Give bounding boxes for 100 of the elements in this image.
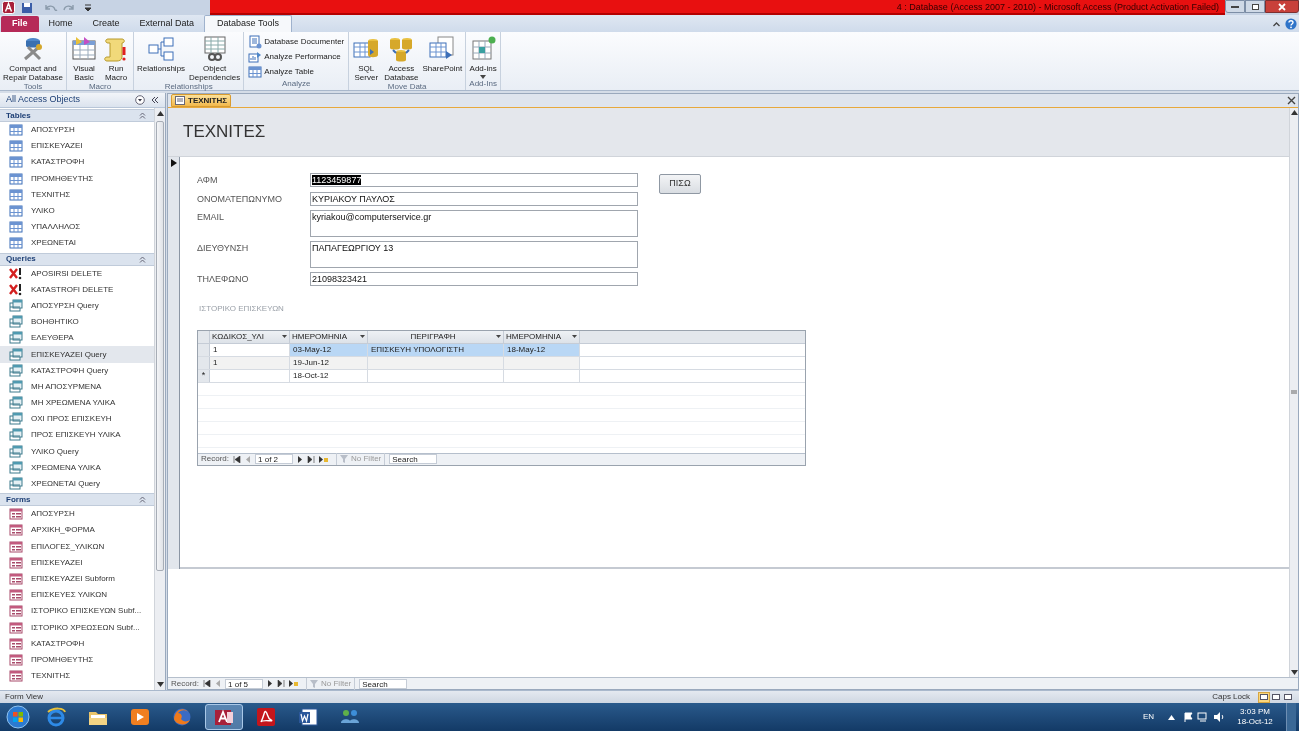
column-header[interactable]: ΗΜΕΡΟΜΗΝΙΑ bbox=[290, 330, 368, 343]
text-field[interactable]: 1123459877 bbox=[310, 173, 638, 187]
navigation-item[interactable]: ΥΠΑΛΛΗΛΟΣ bbox=[0, 219, 154, 236]
document-tab[interactable]: ΤΕΧΝΙΤΗΣ bbox=[171, 94, 232, 107]
navigation-item[interactable]: ΕΠΙΣΚΕΥΑΖΕΙ Query bbox=[0, 346, 154, 363]
restore-button[interactable] bbox=[1245, 0, 1265, 13]
navigation-item[interactable]: ΠΡΟΜΗΘΕΥΤΗΣ bbox=[0, 651, 154, 668]
record-position-field[interactable]: 1 of 5 bbox=[225, 678, 263, 689]
navigation-item[interactable]: ΕΠΙΛΟΓΕΣ_ΥΛΙΚΩΝ bbox=[0, 538, 154, 555]
navigation-item[interactable]: ΕΠΙΣΚΕΥΕΣ ΥΛΙΚΩΝ bbox=[0, 587, 154, 604]
navigation-item[interactable]: ΑΡΧΙΚΗ_ΦΟΡΜΑ bbox=[0, 522, 154, 539]
navigation-item[interactable]: ΤΕΧΝΙΤΗΣ bbox=[0, 668, 154, 685]
column-header[interactable]: ΗΜΕΡΟΜΗΝΙΑ bbox=[504, 330, 580, 343]
navigation-item[interactable]: ΤΕΧΝΙΤΗΣ bbox=[0, 186, 154, 203]
ribbon-button[interactable]: Relationships bbox=[136, 35, 187, 73]
navigation-item[interactable]: KATASTROFI DELETE bbox=[0, 281, 154, 298]
navigation-item[interactable]: ΙΣΤΟΡΙΚΟ ΧΡΕΩΣΕΩΝ Subf... bbox=[0, 619, 154, 636]
navigation-item[interactable]: ΑΠΟΣΥΡΣΗ bbox=[0, 506, 154, 523]
navigation-item[interactable]: ΜΗ ΑΠΟΣΥΡΜΕΝΑ bbox=[0, 378, 154, 395]
language-indicator[interactable]: EN bbox=[1142, 711, 1154, 723]
navigation-item[interactable]: ΠΡΟΜΗΘΕΥΤΗΣ bbox=[0, 170, 154, 187]
field-label: ΤΗΛΕΦΩΝΟ bbox=[197, 273, 250, 286]
collapse-icon bbox=[139, 112, 146, 119]
ribbon-button[interactable]: Analyze Performance bbox=[248, 50, 345, 64]
navigation-item[interactable]: ΕΛΕΥΘΕΡΑ bbox=[0, 330, 154, 347]
navigation-item[interactable]: ΙΣΤΟΡΙΚΟ ΕΠΙΣΚΕΥΩΝ Subf... bbox=[0, 603, 154, 620]
record-position-field[interactable]: 1 of 2 bbox=[255, 454, 293, 464]
search-field[interactable]: Search bbox=[389, 454, 438, 464]
navigation-item[interactable]: ΚΑΤΑΣΤΡΟΦΗ bbox=[0, 635, 154, 652]
ribbon-tab[interactable]: Create bbox=[82, 16, 130, 32]
minimize-button[interactable] bbox=[1225, 0, 1245, 13]
ribbon-tab[interactable]: Home bbox=[38, 16, 83, 32]
column-header[interactable]: ΠΕΡΙΓΡΑΦΗ bbox=[368, 330, 504, 343]
caps-lock-indicator: Caps Lock bbox=[1212, 691, 1250, 703]
table-icon bbox=[9, 187, 23, 202]
group-label: Add-Ins bbox=[468, 79, 498, 90]
ribbon-tab[interactable]: External Data bbox=[129, 16, 205, 32]
text-field[interactable]: kyriakou@computerservice.gr bbox=[310, 210, 638, 237]
ribbon-button[interactable]: SharePoint bbox=[421, 35, 464, 73]
navigation-item[interactable]: ΚΑΤΑΣΤΡΟΦΗ Query bbox=[0, 362, 154, 379]
group-header[interactable]: Forms bbox=[6, 493, 31, 506]
search-field[interactable]: Search bbox=[359, 678, 408, 689]
navigation-item[interactable]: ΕΠΙΣΚΕΥΑΖΕΙ bbox=[0, 138, 154, 155]
text-field[interactable]: 21098323421 bbox=[310, 272, 638, 286]
ribbon-tab[interactable]: File bbox=[1, 16, 39, 32]
group-header[interactable]: Tables bbox=[6, 109, 31, 122]
start-button[interactable] bbox=[3, 704, 33, 730]
navigation-item[interactable]: ΟΧΙ ΠΡΟΣ ΕΠΙΣΚΕΥΗ bbox=[0, 411, 154, 428]
ribbon-button[interactable]: Compact and Repair Database bbox=[2, 35, 65, 82]
ribbon-button[interactable]: Access Database bbox=[383, 35, 420, 82]
navigation-item[interactable]: ΕΠΙΣΚΕΥΑΖΕΙ bbox=[0, 554, 154, 571]
view-button[interactable] bbox=[1270, 691, 1282, 703]
close-button[interactable] bbox=[1265, 0, 1299, 13]
clock-time[interactable]: 3:03 PM bbox=[1240, 707, 1270, 717]
ribbon-button[interactable]: Object Dependencies bbox=[188, 35, 242, 82]
form-icon bbox=[175, 96, 185, 105]
navigation-item[interactable]: ΕΠΙΣΚΕΥΑΖΕΙ Subform bbox=[0, 570, 154, 588]
last-record-icon bbox=[277, 680, 285, 687]
ribbon-button[interactable]: Analyze Table bbox=[248, 65, 345, 79]
text-field[interactable]: ΠΑΠΑΓΕΩΡΓΙΟΥ 13 bbox=[310, 241, 638, 268]
ribbon-button[interactable]: Run Macro bbox=[101, 35, 132, 82]
ribbon-button[interactable]: SQL Server bbox=[351, 35, 382, 82]
view-button[interactable] bbox=[1258, 691, 1270, 703]
scrollbar[interactable] bbox=[154, 108, 165, 690]
relationships-icon bbox=[147, 35, 176, 63]
form-icon bbox=[9, 555, 23, 570]
query-icon bbox=[9, 363, 23, 378]
field-label: ΑΦΜ bbox=[197, 174, 219, 187]
navigation-item[interactable]: ΧΡΕΩΝΕΤΑΙ Query bbox=[0, 475, 154, 493]
navigation-item[interactable]: ΥΛΙΚΟ Query bbox=[0, 443, 154, 460]
back-button[interactable]: ΠΙΣΩ bbox=[659, 174, 701, 194]
navigation-item[interactable]: ΚΑΤΑΣΤΡΟΦΗ bbox=[0, 154, 154, 171]
taskbar-button[interactable] bbox=[205, 704, 243, 730]
query-icon bbox=[9, 460, 23, 475]
navigation-item[interactable]: APOSIRSI DELETE bbox=[0, 265, 154, 282]
column-header[interactable]: ΚΩΔΙΚΟΣ_ΥΛΙ bbox=[210, 330, 290, 343]
group-header[interactable]: Queries bbox=[6, 253, 36, 265]
previous-record-icon bbox=[245, 455, 251, 463]
navigation-item[interactable]: ΠΡΟΣ ΕΠΙΣΚΕΥΗ ΥΛΙΚΑ bbox=[0, 427, 154, 444]
clock-date[interactable]: 18-Oct-12 bbox=[1237, 717, 1273, 727]
ribbon-button[interactable]: Visual Basic bbox=[69, 35, 100, 82]
ribbon-button[interactable]: Add-ins bbox=[468, 35, 499, 79]
scrollbar[interactable] bbox=[1289, 108, 1298, 677]
ribbon-tab[interactable]: Database Tools bbox=[204, 15, 292, 32]
sort-arrow-icon[interactable] bbox=[572, 335, 577, 338]
view-button[interactable] bbox=[1282, 691, 1294, 703]
sort-arrow-icon[interactable] bbox=[496, 335, 501, 338]
navigation-item[interactable]: ΜΗ ΧΡΕΩΜΕΝΑ ΥΛΙΚΑ bbox=[0, 395, 154, 412]
text-field[interactable]: ΚΥΡΙΑΚΟΥ ΠΑΥΛΟΣ bbox=[310, 191, 638, 206]
pdf-reader-icon bbox=[255, 706, 277, 728]
navigation-item[interactable]: ΑΠΟΣΥΡΣΗ bbox=[0, 122, 154, 139]
navigation-item[interactable]: ΧΡΕΩΜΕΝΑ ΥΛΙΚΑ bbox=[0, 459, 154, 476]
navigation-item[interactable]: ΑΠΟΣΥΡΣΗ Query bbox=[0, 297, 154, 315]
sort-arrow-icon[interactable] bbox=[282, 335, 287, 338]
navigation-item[interactable]: ΒΟΗΘΗΤΙΚΟ bbox=[0, 314, 154, 331]
navigation-item[interactable]: ΧΡΕΩΝΕΤΑΙ bbox=[0, 235, 154, 252]
sort-arrow-icon[interactable] bbox=[360, 335, 365, 338]
first-record-icon bbox=[233, 455, 241, 463]
ribbon-button[interactable]: Database Documenter bbox=[248, 35, 345, 49]
navigation-item[interactable]: ΥΛΙΚΟ bbox=[0, 202, 154, 220]
